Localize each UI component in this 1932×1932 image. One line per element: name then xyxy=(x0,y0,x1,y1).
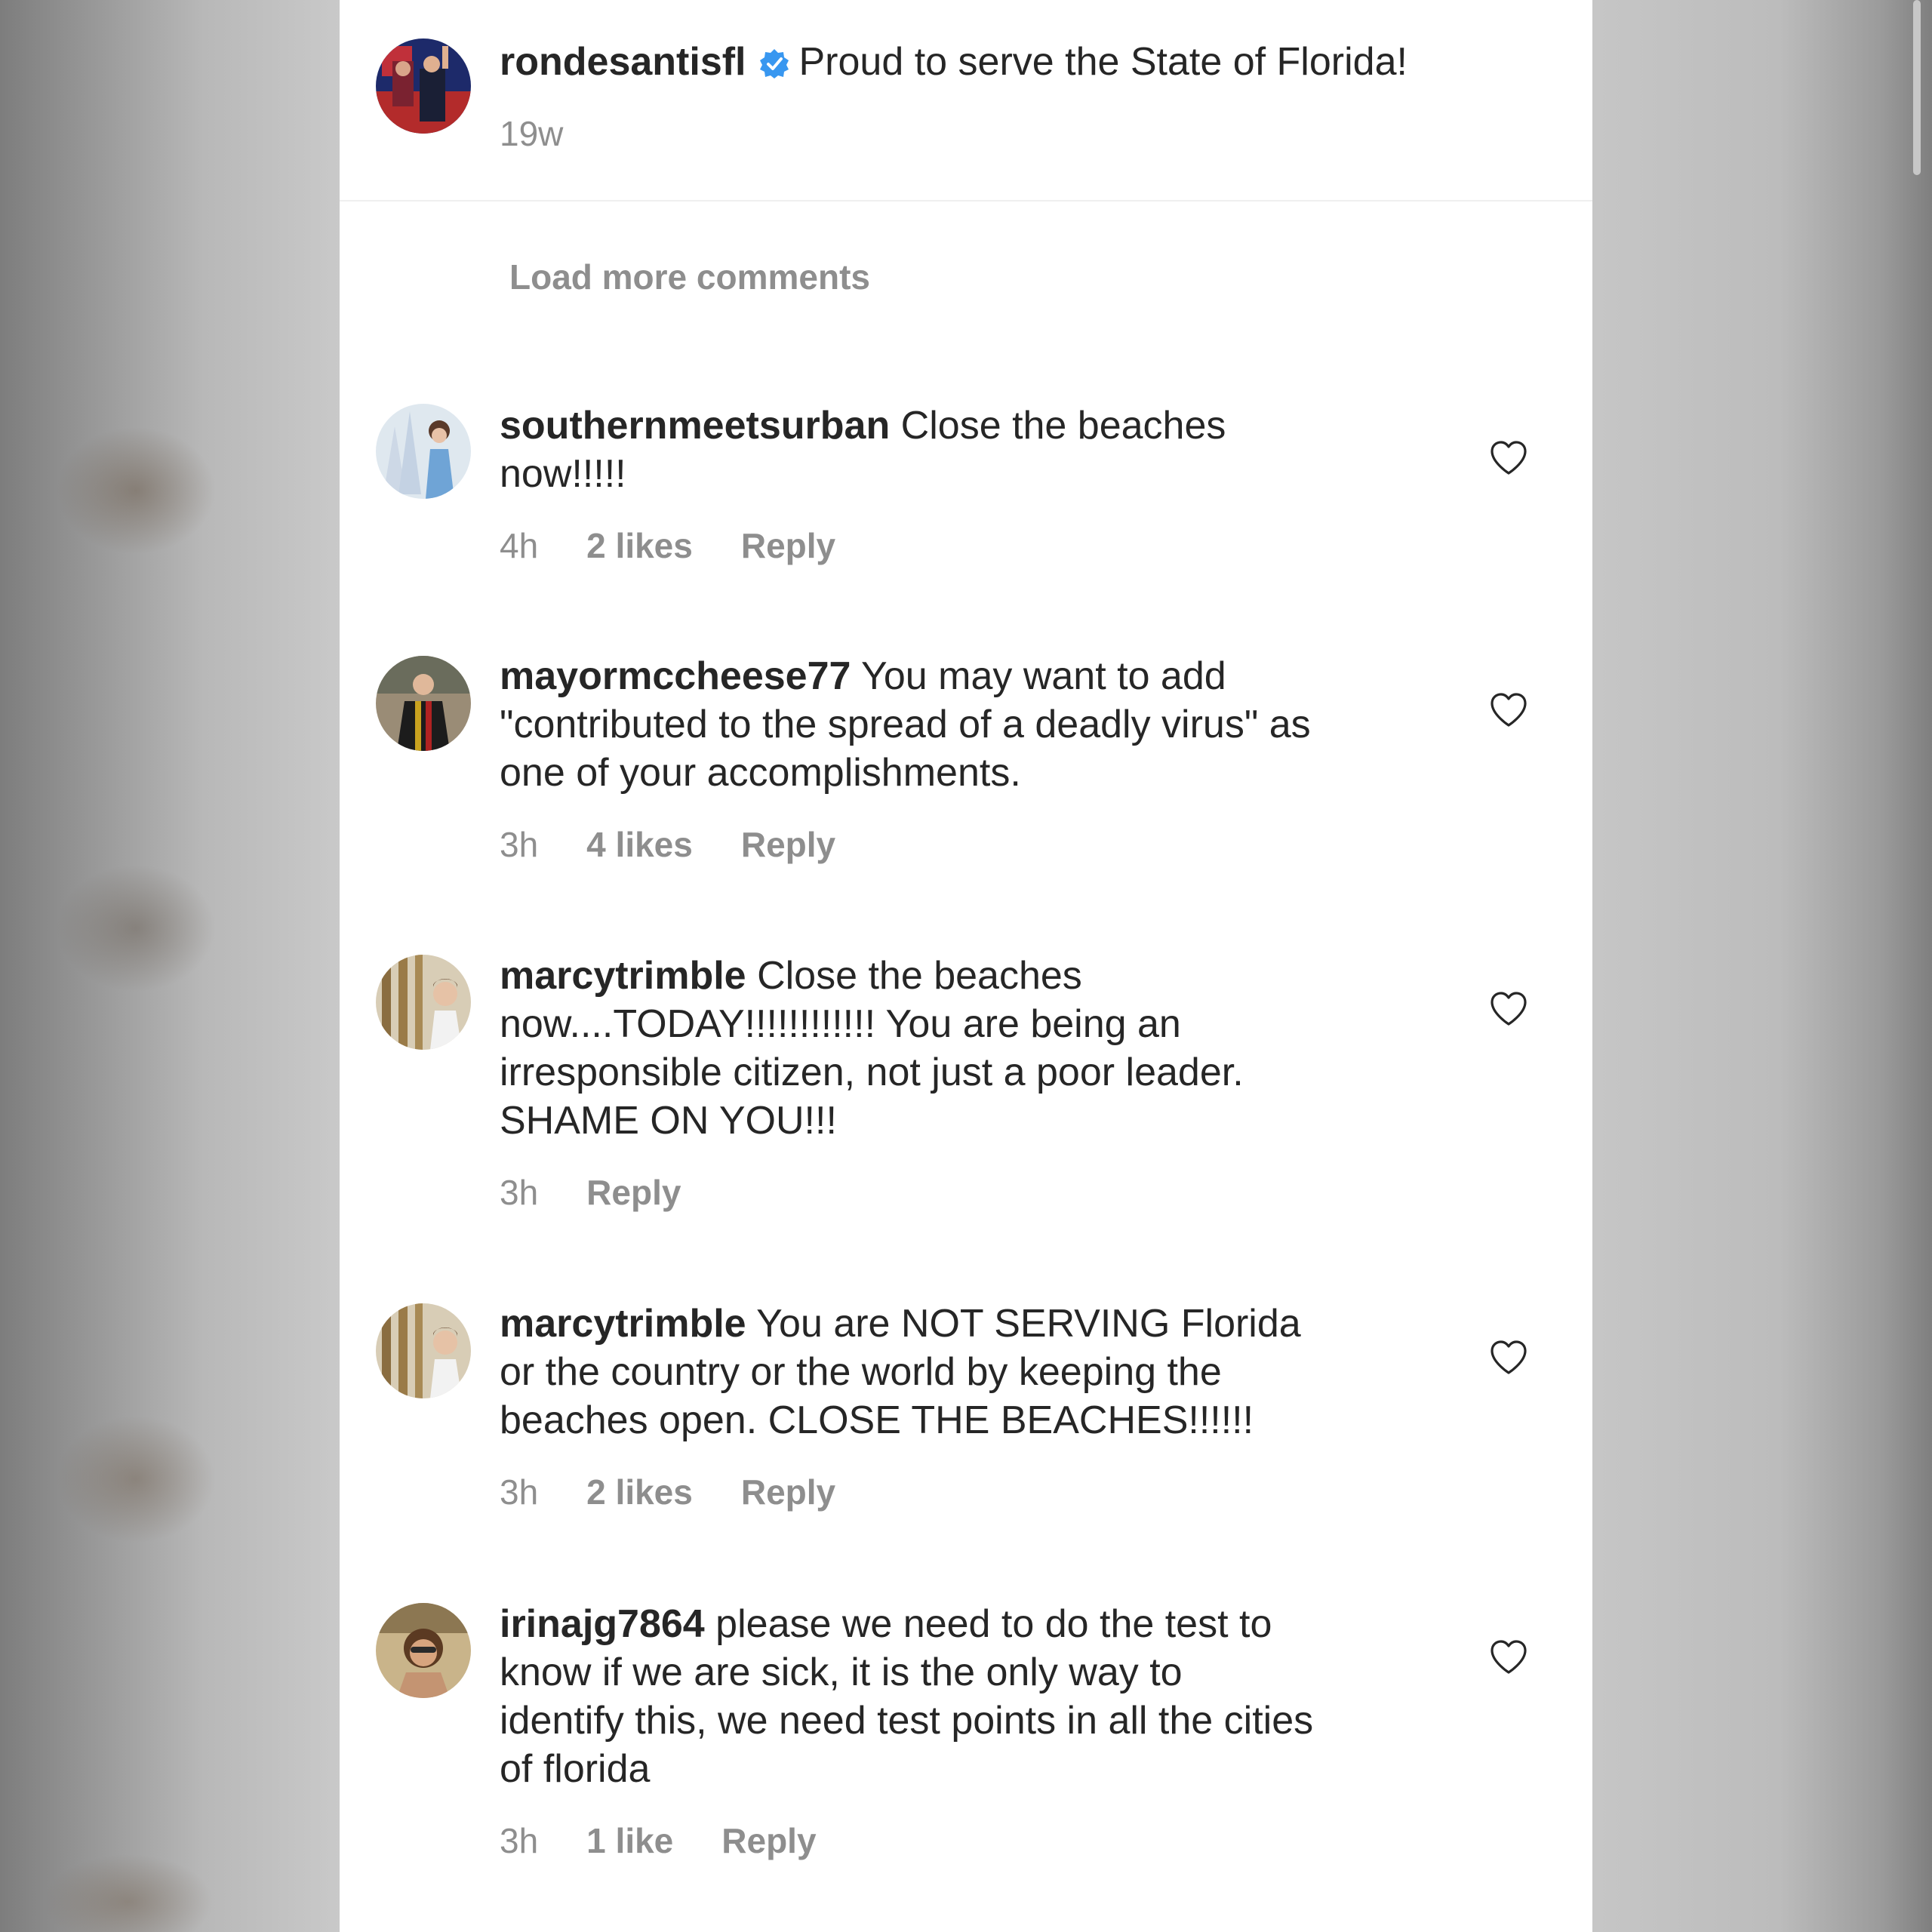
heart-outline-icon[interactable] xyxy=(1489,692,1528,728)
comment-text: southernmeetsurban Close the beaches now… xyxy=(500,401,1315,498)
reply-button[interactable]: Reply xyxy=(741,1472,835,1512)
blurred-background-left xyxy=(0,0,340,1932)
comment-username[interactable]: southernmeetsurban xyxy=(500,404,890,448)
heart-outline-icon[interactable] xyxy=(1489,1639,1528,1675)
reply-button[interactable]: Reply xyxy=(586,1173,681,1212)
comment-time: 3h xyxy=(500,1472,539,1512)
verified-badge-icon xyxy=(759,49,789,78)
comment-likes[interactable]: 2 likes xyxy=(586,1472,693,1512)
comment-username[interactable]: mayormccheese77 xyxy=(500,654,851,698)
comment-likes[interactable]: 1 like xyxy=(586,1821,673,1860)
heart-outline-icon[interactable] xyxy=(1489,991,1528,1027)
comment-meta: 3h 4 likes Reply xyxy=(500,824,884,865)
heart-outline-icon[interactable] xyxy=(1489,1340,1528,1376)
heart-outline-icon[interactable] xyxy=(1489,440,1528,476)
caption-text: rondesantisfl Proud to serve the State o… xyxy=(500,38,1526,86)
comment-time: 3h xyxy=(500,1173,539,1212)
comment-username[interactable]: marcytrimble xyxy=(500,1302,746,1346)
comment-time: 3h xyxy=(500,1821,539,1860)
scrollbar-thumb[interactable] xyxy=(1913,0,1921,175)
blurred-background-right xyxy=(1592,0,1932,1932)
avatar[interactable] xyxy=(376,1303,471,1398)
post-timestamp: 19w xyxy=(500,114,564,153)
post-age: 19w xyxy=(500,113,611,154)
post-caption: rondesantisfl Proud to serve the State o… xyxy=(340,0,1592,202)
reply-button[interactable]: Reply xyxy=(741,526,835,565)
comment-username[interactable]: irinajg7864 xyxy=(500,1602,705,1646)
comment-time: 3h xyxy=(500,825,539,864)
comment-text: mayormccheese77 You may want to add "con… xyxy=(500,652,1315,797)
avatar[interactable] xyxy=(376,1603,471,1698)
comment-meta: 3h 2 likes Reply xyxy=(500,1472,884,1512)
comments-panel[interactable]: rondesantisfl Proud to serve the State o… xyxy=(340,0,1921,1932)
comment-text: irinajg7864 please we need to do the tes… xyxy=(500,1600,1315,1793)
comment-time: 4h xyxy=(500,526,539,565)
comment-meta: 4h 2 likes Reply xyxy=(500,525,884,566)
avatar[interactable] xyxy=(376,955,471,1050)
comment-likes[interactable]: 4 likes xyxy=(586,825,693,864)
avatar[interactable] xyxy=(376,38,471,134)
reply-button[interactable]: Reply xyxy=(721,1821,816,1860)
avatar[interactable] xyxy=(376,656,471,751)
avatar[interactable] xyxy=(376,404,471,499)
post-caption-text: Proud to serve the State of Florida! xyxy=(798,40,1407,84)
comment-username[interactable]: marcytrimble xyxy=(500,954,746,998)
comment-meta: 3h 1 like Reply xyxy=(500,1820,865,1861)
comment-text: marcytrimble You are NOT SERVING Florida… xyxy=(500,1300,1315,1444)
reply-button[interactable]: Reply xyxy=(741,825,835,864)
post-username[interactable]: rondesantisfl xyxy=(500,40,746,84)
comment-text: marcytrimble Close the beaches now....TO… xyxy=(500,952,1315,1145)
comment-likes[interactable]: 2 likes xyxy=(586,526,693,565)
load-more-comments-button[interactable]: Load more comments xyxy=(509,257,870,297)
comment-meta: 3h Reply xyxy=(500,1172,729,1213)
